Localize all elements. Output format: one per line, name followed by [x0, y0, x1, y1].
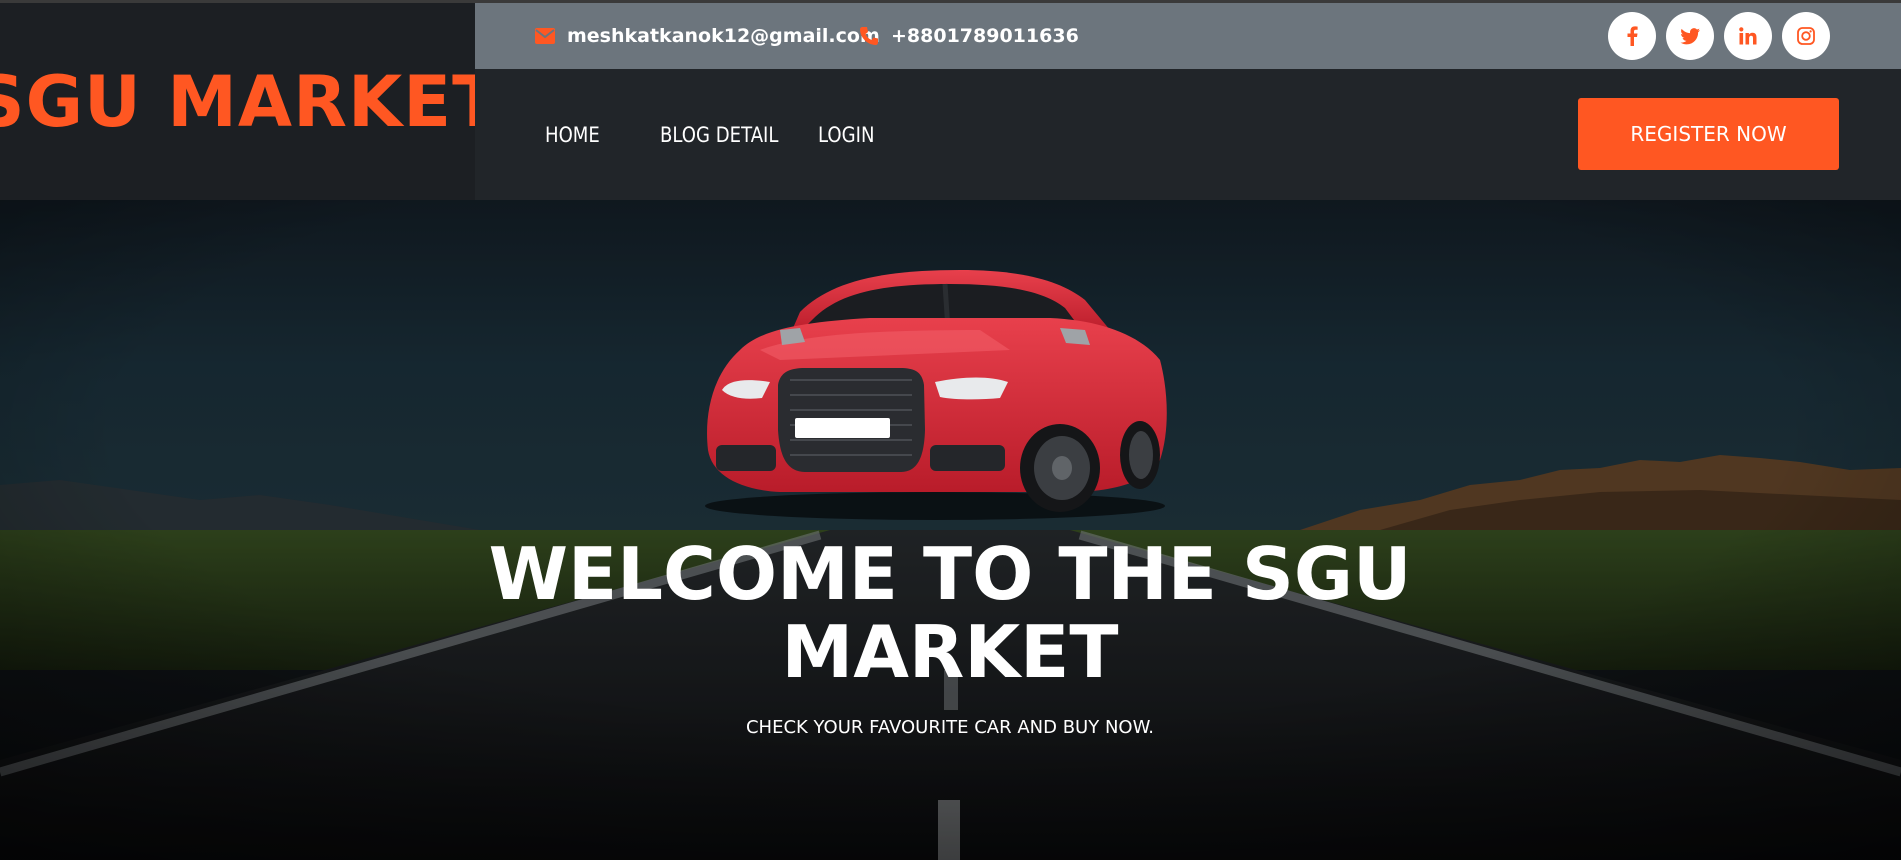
linkedin-icon[interactable] [1724, 12, 1772, 60]
contact-email[interactable]: meshkatkanok12@gmail.com [535, 3, 880, 69]
twitter-icon[interactable] [1666, 12, 1714, 60]
envelope-icon [535, 28, 555, 44]
brand-block[interactable]: SGU MARKET [0, 3, 500, 200]
nav-item-blog-detail[interactable]: BLOG DETAIL [660, 123, 778, 147]
instagram-icon[interactable] [1782, 12, 1830, 60]
main-navbar: HOME BLOG DETAIL LOGIN REGISTER NOW [475, 69, 1901, 200]
nav-item-home[interactable]: HOME [545, 123, 600, 147]
hero-section: WELCOME TO THE SGU MARKET CHECK YOUR FAV… [0, 200, 1901, 860]
register-now-button[interactable]: REGISTER NOW [1578, 98, 1839, 170]
social-links [1608, 12, 1830, 60]
page: SGU MARKET meshkatkanok12@gmail.com +880… [0, 0, 1901, 860]
phone-text[interactable]: +8801789011636 [891, 25, 1079, 47]
hero-background-image [0, 200, 1901, 860]
contact-bar: meshkatkanok12@gmail.com +8801789011636 [475, 3, 1901, 69]
hero-subtitle: CHECK YOUR FAVOURITE CAR AND BUY NOW. [745, 717, 1155, 738]
nav-item-login[interactable]: LOGIN [818, 123, 874, 147]
nav-links: HOME BLOG DETAIL LOGIN [545, 69, 884, 200]
hero-title: WELCOME TO THE SGU MARKET [488, 532, 1412, 694]
email-text[interactable]: meshkatkanok12@gmail.com [567, 25, 880, 47]
phone-icon [859, 26, 879, 46]
contact-phone[interactable]: +8801789011636 [859, 3, 1079, 69]
brand-logo-text[interactable]: SGU MARKET [0, 61, 501, 143]
facebook-icon[interactable] [1608, 12, 1656, 60]
